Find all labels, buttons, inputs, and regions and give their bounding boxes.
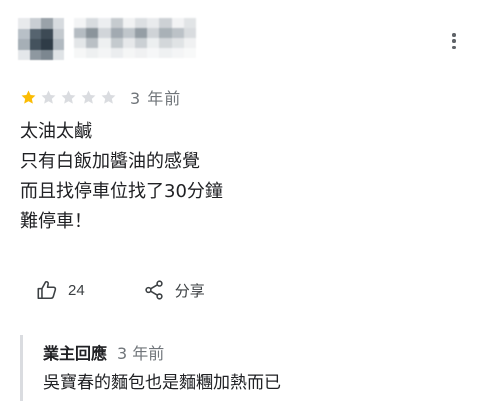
like-button[interactable]: 24 [36, 279, 85, 301]
owner-reply-header: 業主回應 3 年前 [43, 340, 460, 364]
owner-reply-label: 業主回應 [43, 344, 108, 363]
stars [20, 89, 120, 106]
review-line: 難停車！ [20, 211, 92, 232]
more-options-button[interactable] [446, 30, 462, 52]
like-count: 24 [68, 281, 85, 299]
star-empty-icon [61, 90, 76, 104]
review-actions: 24 分享 [36, 276, 205, 304]
star-empty-icon [41, 90, 56, 104]
share-icon [145, 280, 163, 300]
thumb-up-icon [37, 280, 57, 300]
review-line: 只有白飯加醬油的感覺 [20, 151, 200, 172]
owner-reply: 業主回應 3 年前 吳寶春的麵包也是麵糰加熱而已 [20, 335, 460, 401]
star-empty-icon [101, 90, 116, 104]
owner-reply-time: 3 年前 [117, 344, 165, 363]
review-line: 太油太鹹 [20, 121, 92, 142]
review-card: 3 年前 太油太鹹 只有白飯加醬油的感覺 而且找停車位找了30分鐘 難停車！ 2… [0, 0, 484, 415]
star-filled-icon [21, 90, 36, 104]
share-label: 分享 [174, 281, 205, 300]
review-time: 3 年前 [130, 89, 182, 108]
star-empty-icon [81, 90, 96, 104]
owner-reply-text: 吳寶春的麵包也是麵糰加熱而已 [43, 373, 281, 393]
review-text: 太油太鹹 只有白飯加醬油的感覺 而且找停車位找了30分鐘 難停車！ [20, 117, 460, 237]
share-button[interactable]: 分享 [143, 279, 205, 301]
reviewer-name-blurred[interactable] [74, 18, 196, 58]
review-line: 而且找停車位找了30分鐘 [20, 181, 223, 202]
more-vert-icon [452, 33, 456, 37]
reviewer-avatar[interactable] [18, 18, 64, 60]
star-rating: 3 年前 [20, 86, 181, 108]
